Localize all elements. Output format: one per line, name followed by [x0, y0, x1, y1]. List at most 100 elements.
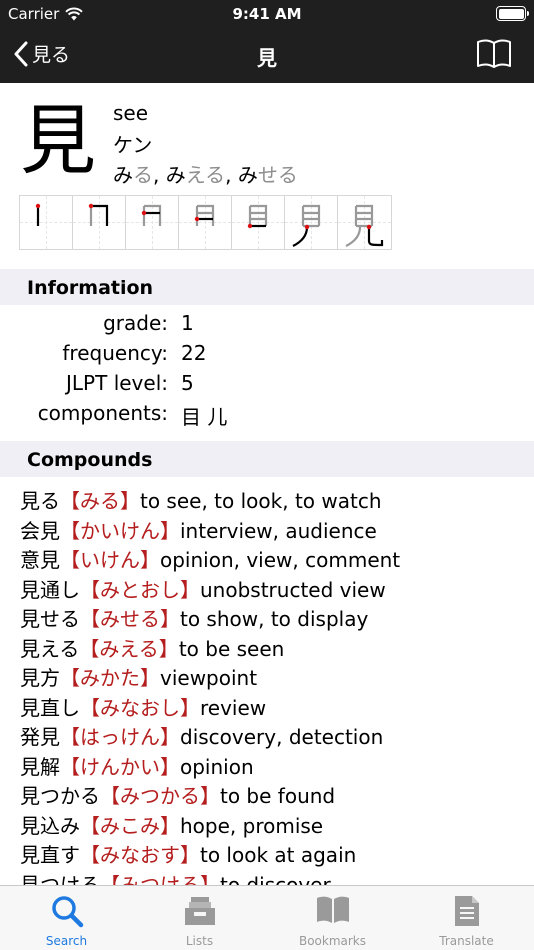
open-book-icon[interactable] — [476, 38, 512, 70]
info-row-grade: grade: 1 — [0, 311, 534, 341]
navigation-bar: 見る 見 — [0, 28, 534, 83]
compound-reading: 【みかた】 — [60, 666, 160, 690]
stroke-step-6 — [285, 196, 338, 249]
magnifier-icon — [51, 896, 83, 928]
kunyomi-separator: , — [225, 163, 238, 187]
compound-reading: 【みる】 — [60, 489, 140, 513]
tab-search[interactable]: Search — [0, 886, 133, 950]
compound-reading: 【いけん】 — [60, 548, 160, 572]
info-value: 5 — [181, 371, 194, 395]
tab-translate[interactable]: Translate — [399, 886, 534, 950]
compound-item[interactable]: 見える【みえる】to be seen — [20, 633, 284, 663]
stroke-step-7 — [338, 196, 391, 249]
info-row-jlpt: JLPT level: 5 — [0, 371, 534, 401]
compound-item[interactable]: 見直す【みなおす】to look at again — [20, 839, 356, 869]
compound-word: 意見 — [20, 548, 60, 572]
compound-meaning: to see, to look, to watch — [140, 489, 382, 513]
compound-reading: 【みとおし】 — [80, 578, 200, 602]
compound-meaning: to be seen — [178, 637, 285, 661]
stroke-step-2 — [73, 196, 126, 249]
compound-item[interactable]: 意見【いけん】opinion, view, comment — [20, 544, 400, 574]
compound-item[interactable]: 会見【かいけん】interview, audience — [20, 515, 377, 545]
compound-item[interactable]: 見直し【みなおし】review — [20, 692, 266, 722]
stroke-step-5 — [232, 196, 285, 249]
info-value[interactable]: 目 儿 — [181, 401, 227, 430]
stroke-step-3 — [126, 196, 179, 249]
compound-reading: 【みこみ】 — [80, 814, 180, 838]
kunyomi-stem: み — [237, 163, 258, 187]
tab-bar: Search Lists Bookmarks Translate — [0, 885, 534, 950]
status-time: 9:41 AM — [232, 5, 302, 23]
compound-reading: 【みつかる】 — [100, 784, 220, 808]
tray-icon — [184, 897, 215, 925]
compound-word: 見解 — [20, 755, 60, 779]
info-row-components[interactable]: components: 目 儿 — [0, 401, 534, 431]
compound-meaning: opinion — [180, 755, 254, 779]
tab-lists-label: Lists — [185, 934, 214, 948]
compound-word: 発見 — [20, 725, 60, 749]
compound-item[interactable]: 見つかる【みつかる】to be found — [20, 780, 335, 810]
kanji-kunyomi: みる, みえる, みせる — [113, 159, 298, 188]
tab-bookmarks[interactable]: Bookmarks — [266, 886, 399, 950]
compound-item[interactable]: 見方【みかた】viewpoint — [20, 662, 257, 692]
compound-reading: 【みなおし】 — [80, 696, 200, 720]
tab-search-label: Search — [45, 934, 88, 948]
compound-meaning: opinion, view, comment — [160, 548, 401, 572]
nav-title: 見 — [257, 46, 277, 70]
compound-meaning: to look at again — [200, 843, 357, 867]
info-label: grade: — [103, 311, 168, 335]
compounds-list[interactable]: 見る【みる】to see, to look, to watch 会見【かいけん】… — [0, 477, 534, 885]
compound-item[interactable]: 見つける【みつける】to discover — [20, 869, 331, 885]
compound-meaning: to show, to display — [180, 607, 369, 631]
battery-icon — [496, 6, 529, 21]
compound-meaning: to be found — [220, 784, 336, 808]
kunyomi-stem: み — [113, 163, 133, 187]
kunyomi-okurigana: せる — [257, 163, 298, 187]
tab-bookmarks-label: Bookmarks — [298, 934, 367, 948]
tab-lists[interactable]: Lists — [133, 886, 266, 950]
compound-word: 見える — [20, 637, 80, 661]
document-icon — [454, 896, 479, 926]
compound-reading: 【はっけん】 — [60, 725, 180, 749]
information-section-header: Information — [0, 269, 534, 305]
stroke-order-diagram — [19, 195, 392, 250]
kanji-onyomi: ケン — [113, 133, 153, 157]
kunyomi-stem: み — [165, 163, 186, 187]
stroke-step-4 — [179, 196, 232, 249]
compound-item[interactable]: 発見【はっけん】discovery, detection — [20, 721, 383, 751]
compound-word: 見つかる — [20, 784, 100, 808]
compound-reading: 【みえる】 — [79, 637, 179, 661]
compound-word: 見直す — [20, 843, 80, 867]
information-list: grade: 1 frequency: 22 JLPT level: 5 com… — [0, 305, 534, 441]
kunyomi-separator: , — [153, 163, 166, 187]
compound-item[interactable]: 見る【みる】to see, to look, to watch — [20, 485, 382, 515]
compound-item[interactable]: 見込み【みこみ】hope, promise — [20, 810, 323, 840]
tab-translate-label: Translate — [439, 934, 494, 948]
kunyomi-okurigana: る — [133, 163, 153, 187]
compounds-section-header: Compounds — [0, 441, 534, 477]
info-value: 1 — [181, 311, 194, 335]
compound-item[interactable]: 見解【けんかい】opinion — [20, 751, 254, 781]
compound-meaning: discovery, detection — [180, 725, 384, 749]
compound-meaning: review — [200, 696, 267, 720]
compound-meaning: hope, promise — [180, 814, 324, 838]
compound-word: 会見 — [20, 519, 60, 543]
compound-reading: 【みせる】 — [80, 607, 180, 631]
compound-reading: 【みつける】 — [100, 873, 220, 885]
compound-meaning: interview, audience — [180, 519, 377, 543]
compound-word: 見方 — [20, 666, 60, 690]
kunyomi-okurigana: える — [185, 163, 226, 187]
compound-meaning: to discover — [220, 873, 331, 885]
kanji-character: 見 — [20, 96, 96, 185]
info-label: components: — [37, 401, 168, 425]
compound-item[interactable]: 見せる【みせる】to show, to display — [20, 603, 368, 633]
compound-word: 見直し — [20, 696, 80, 720]
compound-reading: 【けんかい】 — [60, 755, 180, 779]
info-label: JLPT level: — [66, 371, 168, 395]
compound-word: 見る — [20, 489, 60, 513]
compound-item[interactable]: 見通し【みとおし】unobstructed view — [20, 574, 386, 604]
status-bar: Carrier 9:41 AM — [0, 0, 534, 28]
compounds-header-label: Compounds — [27, 449, 153, 471]
info-value: 22 — [181, 341, 207, 365]
compound-word: 見通し — [20, 578, 80, 602]
